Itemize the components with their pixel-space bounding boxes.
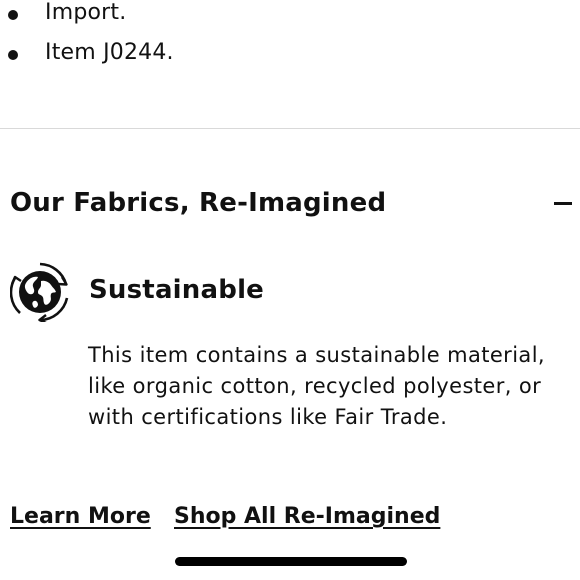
feature-description: This item contains a sustainable materia… [88, 343, 546, 429]
section-divider [0, 128, 580, 129]
home-indicator[interactable] [175, 557, 407, 566]
section-title: Our Fabrics, Re-Imagined [10, 188, 387, 218]
bullet-text: Item J0244. [45, 40, 174, 65]
shop-all-reimagined-link[interactable]: Shop All Re-Imagined [174, 502, 440, 532]
bullet-dot-icon [8, 50, 18, 60]
bullet-dot-icon [8, 10, 18, 20]
globe-recycle-icon [10, 262, 69, 322]
bullet-item: Item J0244. [0, 38, 580, 72]
minus-icon[interactable] [554, 202, 572, 205]
feature-title: Sustainable [89, 275, 265, 305]
fabrics-accordion-header[interactable]: Our Fabrics, Re-Imagined [0, 180, 580, 228]
learn-more-link[interactable]: Learn More [10, 502, 151, 532]
bullet-item: Import. [0, 0, 580, 32]
bullet-text: Import. [45, 0, 127, 25]
